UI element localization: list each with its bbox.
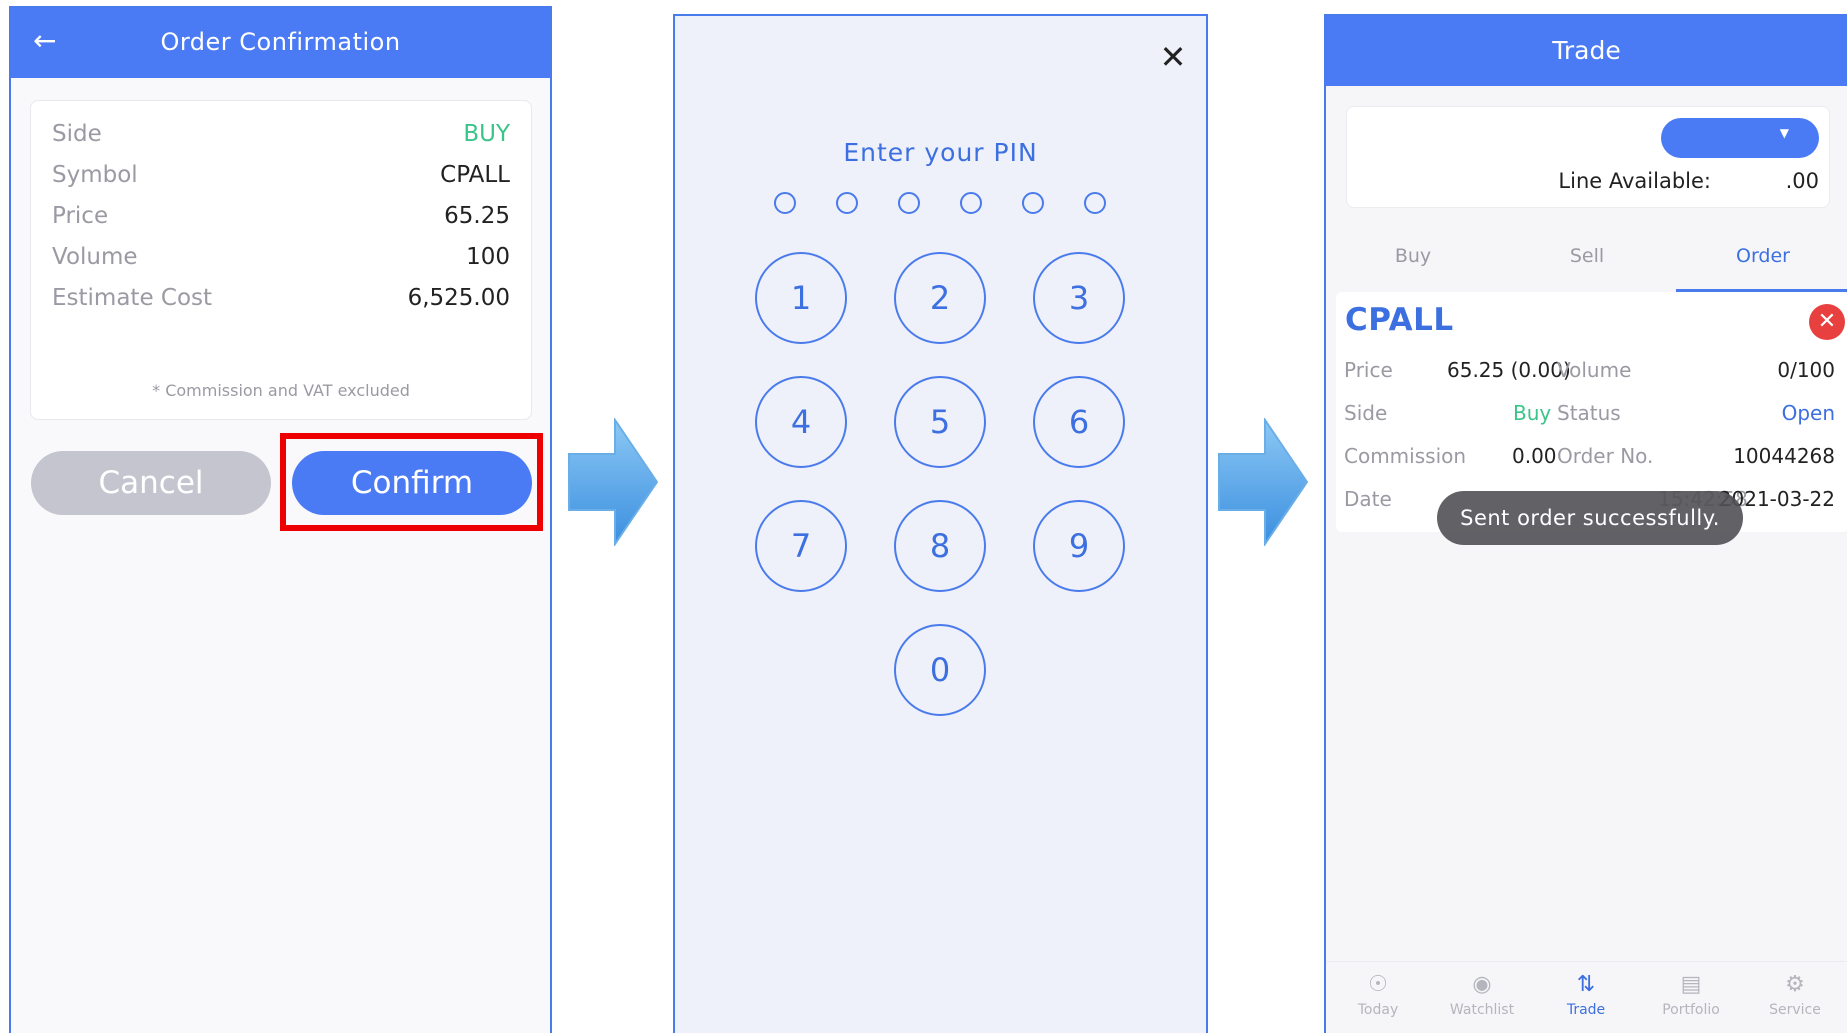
side-value: BUY: [463, 121, 510, 147]
nav-today-label: Today: [1357, 1002, 1399, 1018]
pin-entry-screen: ✕ Enter your PIN 1 2 3 4 5 6 7 8 9 0: [673, 14, 1208, 1033]
chevron-down-icon: ▼: [1779, 126, 1789, 140]
tab-sell[interactable]: Sell: [1500, 236, 1674, 292]
side-value: Buy: [1513, 401, 1552, 425]
estimate-cost-label: Estimate Cost: [52, 285, 213, 311]
pin-key-5[interactable]: 5: [894, 376, 986, 468]
commission-value: 0.00: [1512, 444, 1557, 468]
nav-watchlist-label: Watchlist: [1449, 1002, 1515, 1018]
tab-buy[interactable]: Buy: [1326, 236, 1500, 292]
trade-icon: ⇅: [1576, 972, 1596, 997]
pin-key-3[interactable]: 3: [1033, 252, 1125, 344]
account-card: ▼ Line Available: .00: [1346, 106, 1830, 208]
price-label: Price: [52, 203, 109, 229]
price-label: Price: [1344, 358, 1393, 382]
tutorial-canvas: ← Order Confirmation Side BUY Symbol CPA…: [0, 0, 1847, 1033]
page-title: Order Confirmation: [160, 28, 401, 56]
price-value: 65.25 (0.00): [1447, 358, 1571, 382]
pin-dot: [960, 192, 982, 214]
order-symbol: CPALL: [1345, 302, 1454, 338]
account-dropdown[interactable]: ▼: [1661, 118, 1819, 158]
pin-key-4[interactable]: 4: [755, 376, 847, 468]
gear-icon: ⚙: [1785, 972, 1805, 997]
price-value: 65.25: [444, 203, 510, 229]
cancel-order-icon[interactable]: ✕: [1809, 304, 1845, 340]
pin-dot: [1084, 192, 1106, 214]
estimate-cost-value: 6,525.00: [407, 285, 510, 311]
pin-dot: [898, 192, 920, 214]
date-label: Date: [1344, 487, 1392, 511]
summary-row-price: Price 65.25: [52, 195, 510, 235]
nav-service[interactable]: ⚙ Service: [1743, 970, 1847, 1018]
side-label: Side: [52, 121, 102, 147]
order-summary-card: Side BUY Symbol CPALL Price 65.25 Volume…: [30, 100, 532, 420]
symbol-label: Symbol: [52, 162, 138, 188]
nav-trade-label: Trade: [1566, 1002, 1606, 1018]
pin-key-2[interactable]: 2: [894, 252, 986, 344]
pin-key-7[interactable]: 7: [755, 500, 847, 592]
pin-dot: [836, 192, 858, 214]
nav-watchlist[interactable]: ◉ Watchlist: [1430, 970, 1534, 1018]
summary-row-side: Side BUY: [52, 113, 510, 153]
tab-order[interactable]: Order: [1676, 236, 1847, 292]
page-title: Trade: [1552, 36, 1621, 65]
pin-title: Enter your PIN: [843, 138, 1038, 167]
pin-key-6[interactable]: 6: [1033, 376, 1125, 468]
nav-portfolio[interactable]: ▤ Portfolio: [1639, 970, 1743, 1018]
order-no-value: 10044268: [1733, 444, 1835, 468]
volume-label: Volume: [1557, 358, 1632, 382]
pin-key-1[interactable]: 1: [755, 252, 847, 344]
volume-value: 0/100: [1777, 358, 1835, 382]
pin-key-8[interactable]: 8: [894, 500, 986, 592]
arrow-right-icon: [568, 418, 659, 546]
pin-dots: [774, 192, 1107, 218]
volume-value: 100: [466, 244, 510, 270]
close-icon[interactable]: ✕: [1157, 41, 1189, 73]
confirmation-header: ← Order Confirmation: [11, 8, 550, 78]
globe-icon: ☉: [1368, 972, 1388, 997]
line-available-label: Line Available:: [1558, 169, 1711, 193]
symbol-value: CPALL: [440, 162, 510, 188]
nav-today[interactable]: ☉ Today: [1326, 970, 1430, 1018]
order-confirmation-screen: ← Order Confirmation Side BUY Symbol CPA…: [9, 6, 552, 1033]
volume-label: Volume: [52, 244, 138, 270]
status-label: Status: [1557, 401, 1621, 425]
summary-row-volume: Volume 100: [52, 236, 510, 276]
summary-row-symbol: Symbol CPALL: [52, 154, 510, 194]
success-toast: Sent order successfully.: [1437, 491, 1743, 545]
trade-header: Trade: [1326, 16, 1847, 86]
bottom-nav: ☉ Today ◉ Watchlist ⇅ Trade ▤ Portfolio …: [1326, 961, 1847, 1033]
pin-dot: [774, 192, 796, 214]
arrow-right-icon: [1218, 418, 1309, 546]
pin-key-0[interactable]: 0: [894, 624, 986, 716]
commission-note: * Commission and VAT excluded: [152, 381, 410, 400]
pin-key-9[interactable]: 9: [1033, 500, 1125, 592]
line-available-value: .00: [1785, 169, 1819, 193]
status-value: Open: [1781, 401, 1835, 425]
nav-service-label: Service: [1769, 1002, 1821, 1018]
side-label: Side: [1344, 401, 1388, 425]
trade-tabs: Buy Sell Order: [1326, 236, 1847, 292]
summary-row-estimate-cost: Estimate Cost 6,525.00: [52, 277, 510, 317]
confirm-highlight-box: [280, 433, 543, 531]
eye-icon: ◉: [1472, 972, 1492, 997]
nav-portfolio-label: Portfolio: [1662, 1002, 1720, 1018]
pin-dot: [1022, 192, 1044, 214]
cancel-button[interactable]: Cancel: [31, 451, 271, 515]
order-no-label: Order No.: [1557, 444, 1654, 468]
nav-trade[interactable]: ⇅ Trade: [1534, 970, 1638, 1018]
portfolio-icon: ▤: [1680, 972, 1702, 997]
commission-label: Commission: [1344, 444, 1467, 468]
